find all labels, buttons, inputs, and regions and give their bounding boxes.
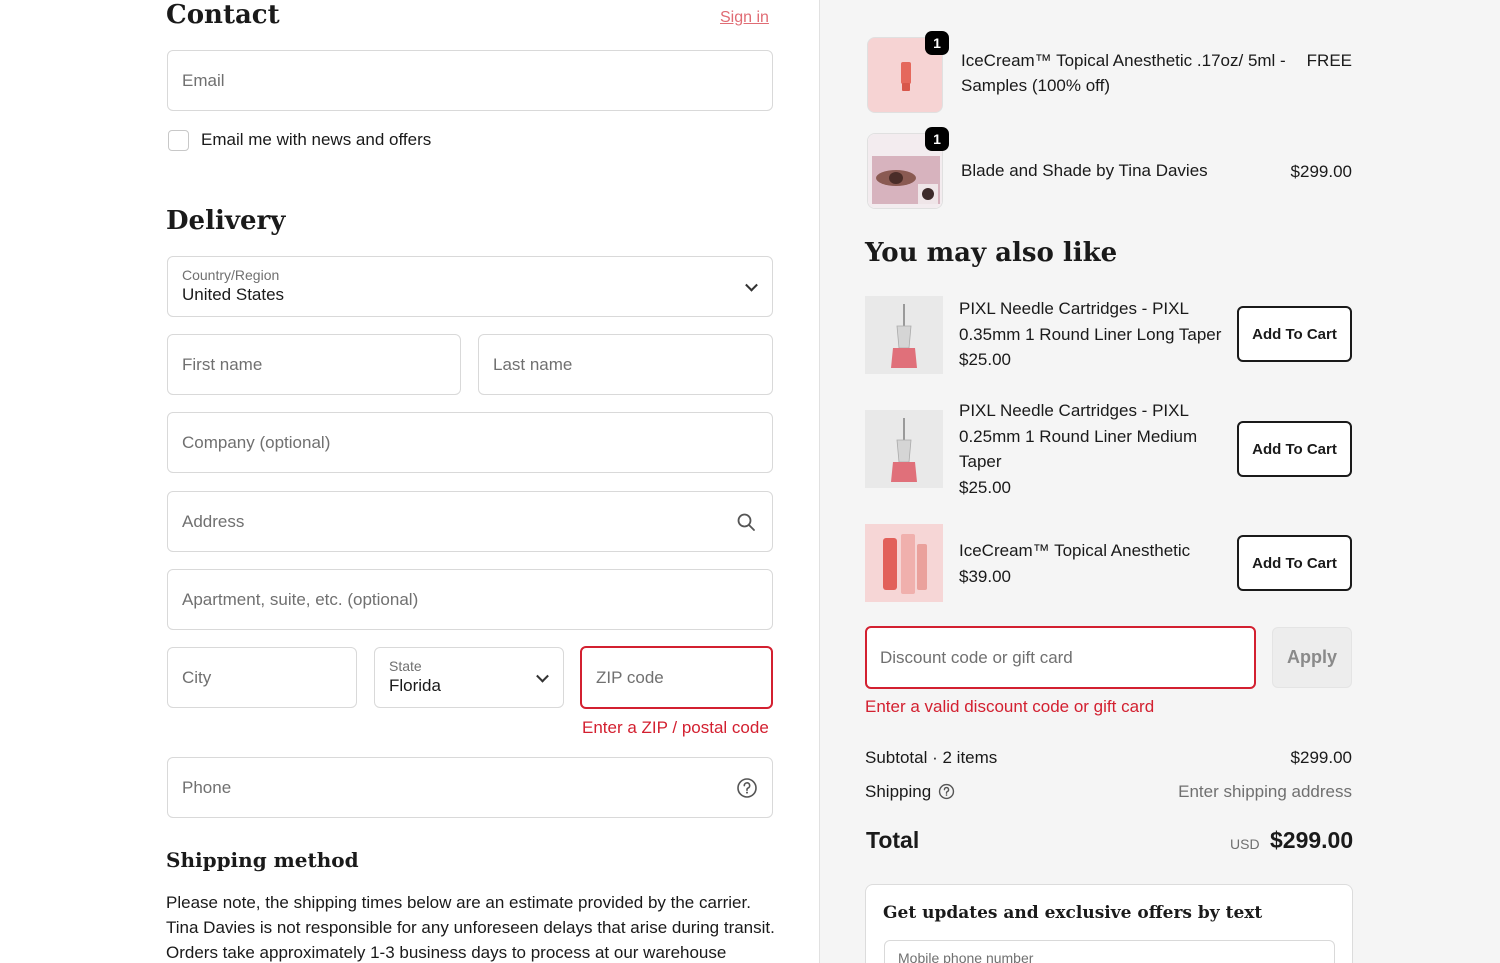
country-label: Country/Region	[182, 267, 280, 283]
recommendation-price: $25.00	[959, 477, 1011, 497]
address-placeholder: Address	[182, 511, 245, 531]
state-label: State	[389, 658, 422, 674]
needle-cartridge-icon	[865, 410, 943, 488]
first-name-placeholder: First name	[182, 354, 263, 374]
cart-item-title: Blade and Shade by Tina Davies	[961, 161, 1208, 180]
mobile-phone-placeholder: Mobile phone number	[898, 950, 1034, 963]
recommendation-info: PIXL Needle Cartridges - PIXL 0.25mm 1 R…	[959, 398, 1229, 500]
city-field[interactable]: City	[167, 647, 357, 708]
city-placeholder: City	[182, 667, 212, 687]
chevron-down-icon	[745, 278, 758, 292]
recommendation-title: PIXL Needle Cartridges - PIXL 0.35mm 1 R…	[959, 299, 1222, 344]
company-placeholder: Company (optional)	[182, 432, 331, 452]
search-icon	[737, 513, 755, 531]
last-name-placeholder: Last name	[493, 354, 573, 374]
contact-heading: Contact	[166, 0, 280, 30]
quantity-badge: 1	[925, 127, 949, 151]
sms-signup-title: Get updates and exclusive offers by text	[883, 903, 1263, 923]
state-select[interactable]: State Florida	[374, 647, 564, 708]
total-value: $299.00	[1270, 827, 1354, 853]
subtotal-label: Subtotal · 2 items	[865, 748, 998, 767]
shipping-label: Shipping	[865, 782, 932, 801]
recommendation-image	[865, 524, 943, 602]
apply-discount-button[interactable]: Apply	[1272, 627, 1352, 688]
needle-cartridge-icon	[865, 296, 943, 374]
phone-placeholder: Phone	[182, 777, 232, 797]
shipping-note: Please note, the shipping times below ar…	[166, 893, 775, 962]
help-circle-icon[interactable]	[736, 777, 758, 799]
shipping-value: Enter shipping address	[1178, 782, 1352, 801]
zip-placeholder: ZIP code	[596, 667, 664, 687]
chevron-down-icon	[536, 669, 549, 683]
recommendation-price: $25.00	[959, 350, 1011, 369]
recommendation-title: IceCream™ Topical Anesthetic	[959, 541, 1191, 560]
apartment-field[interactable]: Apartment, suite, etc. (optional)	[167, 569, 773, 630]
total-label: Total	[866, 827, 920, 853]
cart-item-title: IceCream™ Topical Anesthetic .17oz/ 5ml …	[961, 51, 1286, 95]
first-name-field[interactable]: First name	[167, 334, 461, 395]
cart-item-price: FREE	[1306, 51, 1352, 70]
address-field[interactable]: Address	[167, 491, 773, 552]
delivery-heading: Delivery	[166, 206, 286, 236]
apartment-placeholder: Apartment, suite, etc. (optional)	[182, 589, 419, 609]
sms-signup-box: Get updates and exclusive offers by text…	[865, 884, 1353, 963]
country-value: United States	[182, 285, 285, 304]
company-field[interactable]: Company (optional)	[167, 412, 773, 473]
recommendation-image	[865, 296, 943, 374]
anesthetic-product-icon	[865, 524, 943, 602]
recommendation-info: PIXL Needle Cartridges - PIXL 0.35mm 1 R…	[959, 296, 1229, 373]
cart-item-price: $299.00	[1290, 162, 1352, 181]
add-to-cart-button[interactable]: Add To Cart	[1237, 421, 1352, 477]
last-name-field[interactable]: Last name	[478, 334, 773, 395]
newsletter-checkbox[interactable]	[168, 130, 189, 151]
sign-in-link[interactable]: Sign in	[720, 9, 769, 27]
email-field[interactable]: Email	[167, 50, 773, 111]
zip-field[interactable]: ZIP code	[580, 646, 773, 709]
quantity-badge: 1	[925, 31, 949, 55]
recommendation-title: PIXL Needle Cartridges - PIXL 0.25mm 1 R…	[959, 401, 1198, 471]
add-to-cart-button[interactable]: Add To Cart	[1237, 535, 1352, 591]
recommendation-price: $39.00	[959, 566, 1011, 586]
recommendations-heading: You may also like	[865, 238, 1118, 268]
subtotal-value: $299.00	[1290, 748, 1352, 767]
checkout-form-column: Contact Sign in Email Email me with news…	[0, 0, 819, 963]
discount-code-input[interactable]: Discount code or gift card	[865, 626, 1256, 689]
zip-error-message: Enter a ZIP / postal code	[582, 718, 769, 737]
recommendation-info: IceCream™ Topical Anesthetic $39.00	[959, 538, 1229, 589]
add-to-cart-button[interactable]: Add To Cart	[1237, 306, 1352, 362]
state-value: Florida	[389, 676, 441, 695]
email-placeholder: Email	[182, 70, 225, 90]
recommendation-image	[865, 410, 943, 488]
discount-placeholder: Discount code or gift card	[880, 647, 1073, 667]
country-select[interactable]: Country/Region United States	[167, 256, 773, 317]
shipping-method-heading: Shipping method	[166, 848, 359, 872]
total-currency: USD	[1230, 836, 1260, 852]
phone-field[interactable]: Phone	[167, 757, 773, 818]
help-circle-icon[interactable]	[938, 783, 955, 800]
mobile-phone-input[interactable]: Mobile phone number	[884, 940, 1335, 963]
discount-error-message: Enter a valid discount code or gift card	[865, 697, 1155, 716]
newsletter-label: Email me with news and offers	[201, 130, 432, 149]
